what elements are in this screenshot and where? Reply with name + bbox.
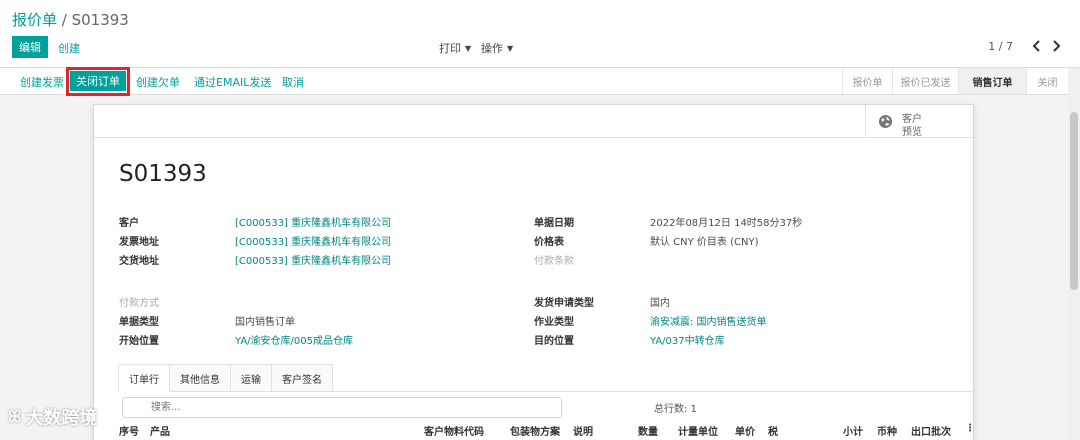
stage-closed[interactable]: 关闭	[1026, 68, 1068, 94]
button-box: 客户 预览	[94, 105, 973, 138]
breadcrumb-current: S01393	[71, 11, 129, 29]
stage-quotation[interactable]: 报价单	[842, 68, 892, 94]
watermark-text: 大数跨境	[25, 408, 98, 429]
send-by-email-button[interactable]: 通过EMAIL发送	[194, 74, 271, 90]
pager-value[interactable]: 1 / 7	[988, 40, 1013, 53]
shipping-request-type-field[interactable]: 国内	[650, 294, 670, 309]
scrollbar-thumb[interactable]	[1070, 112, 1078, 290]
column-header-seq[interactable]: 序号	[119, 423, 139, 438]
order-date-field[interactable]: 2022年08月12日 14时58分37秒	[650, 214, 802, 229]
total-rows: 总行数: 1	[654, 404, 697, 415]
caret-down-icon: ▼	[507, 44, 514, 53]
pager-previous-button[interactable]	[1027, 36, 1045, 56]
pricelist-field[interactable]: 默认 CNY 价目表 (CNY)	[650, 233, 758, 248]
tab-customer-signature[interactable]: 客户签名	[272, 364, 333, 392]
column-header-description[interactable]: 说明	[573, 423, 593, 438]
source-location-label: 开始位置	[119, 336, 159, 347]
chevron-right-icon	[1052, 40, 1060, 52]
create-invoice-button[interactable]: 创建发票	[20, 74, 64, 90]
document-type-field[interactable]: 国内销售订单	[235, 313, 295, 328]
document-type-label: 单据类型	[119, 317, 159, 328]
watermark-logo-icon: ꕤ	[8, 407, 22, 426]
column-options-icon[interactable]: ⋮	[965, 423, 975, 434]
source-location-field[interactable]: YA/渝安仓库/005成品仓库	[235, 332, 353, 347]
shipping-request-type-label: 发货申请类型	[534, 298, 594, 309]
stage-quotation-sent[interactable]: 报价已发送	[892, 68, 958, 94]
tab-other-info[interactable]: 其他信息	[170, 364, 231, 392]
watermark: ꕤ 大数跨境	[8, 404, 97, 430]
column-header-tax[interactable]: 税	[768, 423, 778, 438]
create-backorder-button[interactable]: 创建欠单	[136, 74, 180, 90]
column-header-currency[interactable]: 币种	[877, 423, 897, 438]
destination-location-label: 目的位置	[534, 336, 574, 347]
highlight-box	[66, 67, 130, 96]
destination-location-field[interactable]: YA/037中转仓库	[650, 332, 725, 347]
pager-next-button[interactable]	[1047, 36, 1065, 56]
caret-down-icon: ▼	[465, 44, 472, 53]
breadcrumb: 报价单 / S01393	[12, 9, 129, 30]
scrollbar[interactable]	[1068, 68, 1080, 440]
column-header-product[interactable]: 产品	[150, 423, 170, 438]
preview-label-line2: 预览	[902, 127, 922, 138]
delivery-address-label: 交货地址	[119, 256, 159, 267]
column-header-packaging-plan[interactable]: 包装物方案	[510, 423, 560, 438]
payment-method-label: 付款方式	[119, 298, 159, 309]
column-header-uom[interactable]: 计量单位	[678, 423, 718, 438]
action-dropdown[interactable]: 操作 ▼	[481, 40, 513, 56]
print-label: 打印	[439, 42, 461, 55]
column-header-customer-material-code[interactable]: 客户物料代码	[424, 423, 484, 438]
tab-shipping[interactable]: 运输	[231, 364, 272, 392]
customer-label: 客户	[119, 218, 139, 229]
stage-sales-order[interactable]: 销售订单	[958, 68, 1026, 94]
invoice-address-label: 发票地址	[119, 237, 159, 248]
notebook-tabs: 订单行 其他信息 运输 客户签名	[118, 364, 333, 392]
chevron-left-icon	[1032, 40, 1040, 52]
edit-button[interactable]: 编辑	[12, 36, 48, 58]
operation-type-field[interactable]: 渝安减震: 国内销售送货单	[650, 313, 767, 328]
column-header-subtotal[interactable]: 小计	[843, 423, 863, 438]
form-sheet: 客户 预览 S01393 客户 [C000533] 重庆隆鑫机车有限公司 发票地…	[93, 104, 975, 440]
cancel-button[interactable]: 取消	[282, 74, 304, 90]
globe-icon	[878, 114, 893, 129]
column-header-unit-price[interactable]: 单价	[735, 423, 755, 438]
tab-order-lines[interactable]: 订单行	[118, 364, 170, 392]
create-button[interactable]: 创建	[58, 40, 80, 56]
operation-type-label: 作业类型	[534, 317, 574, 328]
order-lines-search-input[interactable]	[122, 397, 562, 418]
payment-terms-label: 付款条款	[534, 256, 574, 267]
pricelist-label: 价格表	[534, 237, 564, 248]
document-title: S01393	[119, 161, 207, 187]
action-label: 操作	[481, 42, 503, 55]
column-header-export-batch[interactable]: 出口批次	[911, 423, 951, 438]
customer-preview-button[interactable]: 客户 预览	[865, 105, 973, 138]
order-date-label: 单据日期	[534, 218, 574, 229]
invoice-address-field[interactable]: [C000533] 重庆隆鑫机车有限公司	[235, 233, 391, 248]
control-panel: 报价单 / S01393 编辑 创建 打印 ▼ 操作 ▼ 1 / 7	[0, 0, 1080, 68]
delivery-address-field[interactable]: [C000533] 重庆隆鑫机车有限公司	[235, 252, 391, 267]
column-header-quantity[interactable]: 数量	[638, 423, 658, 438]
breadcrumb-parent[interactable]: 报价单	[12, 11, 57, 29]
status-bar: 创建发票 关闭订单 创建欠单 通过EMAIL发送 取消 报价单 报价已发送 销售…	[0, 68, 1068, 95]
print-dropdown[interactable]: 打印 ▼	[439, 40, 471, 56]
breadcrumb-separator: /	[57, 11, 72, 29]
customer-field[interactable]: [C000533] 重庆隆鑫机车有限公司	[235, 214, 391, 229]
